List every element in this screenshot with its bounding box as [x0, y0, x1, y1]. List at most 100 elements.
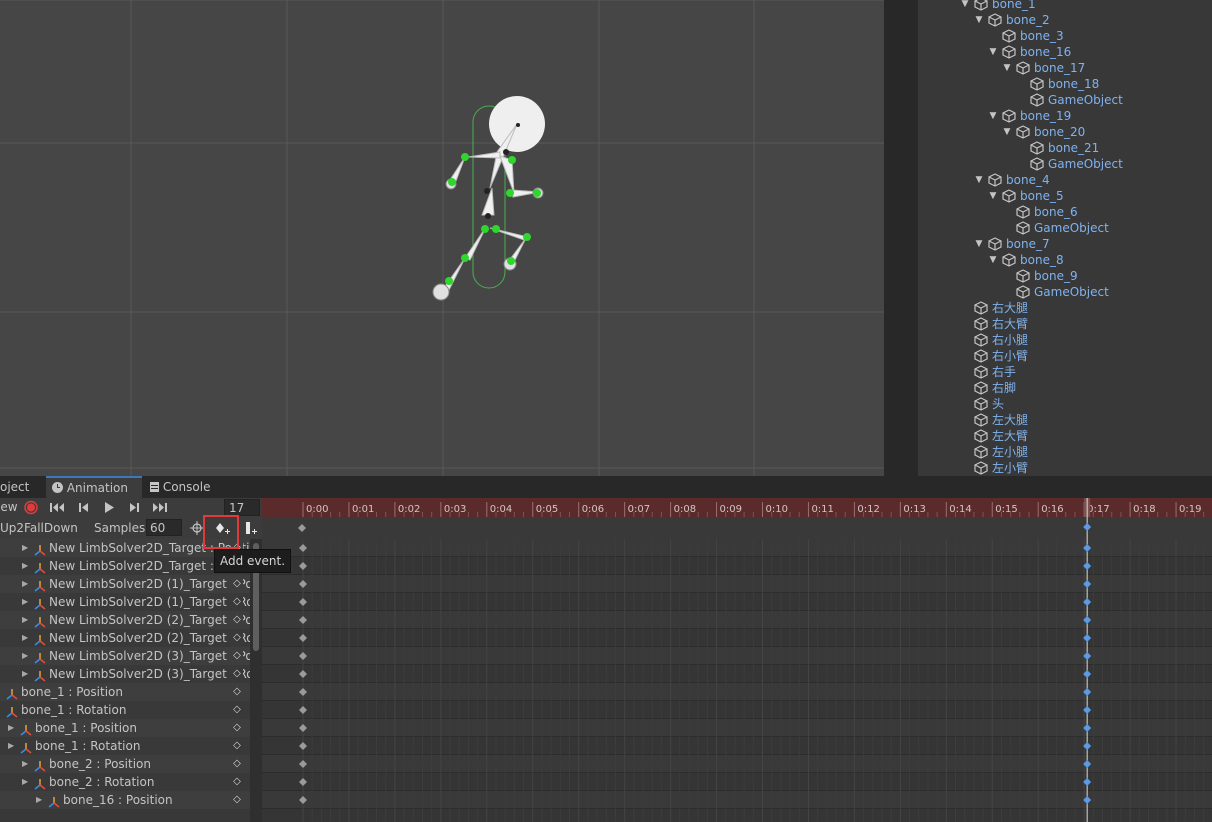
- expand-arrow-icon[interactable]: ▶: [22, 647, 28, 665]
- hierarchy-panel[interactable]: ▼ bone_1 ▼ bone_2 bone_3 ▼ bone_16 ▼ bone_17 bone…: [918, 0, 1212, 476]
- hierarchy-item[interactable]: ▼ bone_19: [918, 108, 1212, 124]
- hierarchy-item[interactable]: ▼ bone_5: [918, 188, 1212, 204]
- hierarchy-item[interactable]: bone_18: [918, 76, 1212, 92]
- keyframe-toggle-icon[interactable]: ◇: [231, 737, 243, 755]
- skeleton-character[interactable]: [432, 96, 545, 301]
- expand-arrow-icon[interactable]: ▶: [22, 755, 28, 773]
- hierarchy-item[interactable]: ▼ bone_16: [918, 44, 1212, 60]
- play-button[interactable]: [97, 500, 121, 515]
- expand-arrow-icon[interactable]: ▶: [22, 629, 28, 647]
- hierarchy-item[interactable]: GameObject: [918, 220, 1212, 236]
- keyframe-toggle-icon[interactable]: ◇: [231, 683, 243, 701]
- property-row[interactable]: ▶ bone_1 : Position ◇: [0, 719, 250, 737]
- property-row[interactable]: bone_1 : Position ◇: [0, 683, 250, 701]
- last-keyframe-button[interactable]: [149, 500, 173, 515]
- hierarchy-item[interactable]: ▼ bone_2: [918, 12, 1212, 28]
- property-row[interactable]: ▶ New LimbSolver2D (1)_Target : Position◇: [0, 575, 250, 593]
- add-event-button[interactable]: [240, 519, 260, 537]
- property-row[interactable]: ▶ bone_16 : Position ◇: [0, 791, 250, 809]
- keyframe-toggle-icon[interactable]: ◇: [231, 791, 243, 809]
- property-row[interactable]: ▶New LimbSolver2D_Target : Rotation◇: [0, 557, 250, 575]
- hierarchy-item[interactable]: 左小臂: [918, 460, 1212, 476]
- previous-keyframe-button[interactable]: [71, 500, 95, 515]
- hierarchy-item[interactable]: ▼ bone_20: [918, 124, 1212, 140]
- expand-arrow-icon[interactable]: ▶: [8, 719, 14, 737]
- keyframe-toggle-icon[interactable]: ◇: [231, 611, 243, 629]
- hierarchy-item[interactable]: GameObject: [918, 92, 1212, 108]
- expand-arrow-icon[interactable]: ▼: [960, 0, 970, 12]
- tab-project[interactable]: oject: [0, 476, 44, 498]
- keyframe-toggle-icon[interactable]: ◇: [231, 593, 243, 611]
- hierarchy-item[interactable]: GameObject: [918, 156, 1212, 172]
- expand-arrow-icon[interactable]: ▼: [988, 188, 998, 204]
- keyframe-toggle-icon[interactable]: ◇: [231, 773, 243, 791]
- scene-view[interactable]: [0, 0, 884, 476]
- property-scrollbar[interactable]: [250, 539, 262, 822]
- hierarchy-item[interactable]: 左小腿: [918, 444, 1212, 460]
- hierarchy-item[interactable]: 头: [918, 396, 1212, 412]
- keyframe-toggle-icon[interactable]: ◇: [231, 719, 243, 737]
- hierarchy-item[interactable]: ▼ bone_1: [918, 0, 1212, 12]
- hierarchy-item[interactable]: ▼ bone_7: [918, 236, 1212, 252]
- dopesheet[interactable]: [262, 539, 1212, 822]
- expand-arrow-icon[interactable]: ▶: [22, 539, 28, 557]
- keyframe-toggle-icon[interactable]: ◇: [231, 647, 243, 665]
- property-row[interactable]: ▶ New LimbSolver2D (2)_Target : Rotation◇: [0, 629, 250, 647]
- hierarchy-item[interactable]: ▼ bone_8: [918, 252, 1212, 268]
- hierarchy-item[interactable]: 左大臂: [918, 428, 1212, 444]
- hierarchy-item[interactable]: bone_9: [918, 268, 1212, 284]
- property-row[interactable]: ▶ bone_2 : Rotation ◇: [0, 773, 250, 791]
- property-row[interactable]: ▶ New LimbSolver2D (2)_Target : Position◇: [0, 611, 250, 629]
- expand-arrow-icon[interactable]: ▼: [974, 172, 984, 188]
- expand-arrow-icon[interactable]: ▼: [988, 108, 998, 124]
- hierarchy-item[interactable]: 右小臂: [918, 348, 1212, 364]
- keyframe-toggle-icon[interactable]: ◇: [231, 755, 243, 773]
- expand-arrow-icon[interactable]: ▼: [974, 12, 984, 28]
- keyframe-toggle-icon[interactable]: ◇: [231, 701, 243, 719]
- keyframe-toggle-icon[interactable]: ◇: [231, 629, 243, 647]
- property-row[interactable]: ▶ New LimbSolver2D (3)_Target : Rotation◇: [0, 665, 250, 683]
- tab-animation[interactable]: Animation: [46, 476, 142, 498]
- expand-arrow-icon[interactable]: ▶: [36, 791, 42, 809]
- hierarchy-item[interactable]: 右脚: [918, 380, 1212, 396]
- hierarchy-item[interactable]: 右大臂: [918, 316, 1212, 332]
- hierarchy-item[interactable]: 右大腿: [918, 300, 1212, 316]
- hierarchy-item[interactable]: bone_3: [918, 28, 1212, 44]
- frame-field[interactable]: 17: [224, 499, 260, 516]
- expand-arrow-icon[interactable]: ▼: [1002, 124, 1012, 140]
- hierarchy-item[interactable]: 左大腿: [918, 412, 1212, 428]
- expand-arrow-icon[interactable]: ▼: [988, 252, 998, 268]
- expand-arrow-icon[interactable]: ▶: [22, 575, 28, 593]
- hierarchy-item[interactable]: 右小腿: [918, 332, 1212, 348]
- first-keyframe-button[interactable]: [45, 500, 69, 515]
- hierarchy-item[interactable]: bone_6: [918, 204, 1212, 220]
- keyframe-toggle-icon[interactable]: ◇: [231, 575, 243, 593]
- hierarchy-item[interactable]: ▼ bone_17: [918, 60, 1212, 76]
- samples-field[interactable]: 60: [146, 519, 182, 536]
- hierarchy-item[interactable]: 右手: [918, 364, 1212, 380]
- expand-arrow-icon[interactable]: ▼: [974, 236, 984, 252]
- expand-arrow-icon[interactable]: ▶: [22, 773, 28, 791]
- property-row[interactable]: ▶ New LimbSolver2D (1)_Target : Rotation◇: [0, 593, 250, 611]
- expand-arrow-icon[interactable]: ▼: [988, 44, 998, 60]
- keyframe-toggle-icon[interactable]: ◇: [231, 665, 243, 683]
- next-keyframe-button[interactable]: [123, 500, 147, 515]
- hierarchy-item[interactable]: GameObject: [918, 284, 1212, 300]
- panel-splitter[interactable]: [884, 0, 918, 476]
- hierarchy-item[interactable]: ▼ bone_4: [918, 172, 1212, 188]
- expand-arrow-icon[interactable]: ▶: [22, 665, 28, 683]
- preview-button[interactable]: ew: [0, 498, 18, 517]
- expand-arrow-icon[interactable]: ▶: [22, 557, 28, 575]
- expand-arrow-icon[interactable]: ▼: [1002, 60, 1012, 76]
- property-row[interactable]: bone_1 : Rotation ◇: [0, 701, 250, 719]
- clip-dropdown[interactable]: Up2FallDown ▼: [0, 519, 90, 552]
- expand-arrow-icon[interactable]: ▶: [22, 593, 28, 611]
- expand-arrow-icon[interactable]: ▶: [22, 611, 28, 629]
- expand-arrow-icon[interactable]: ▶: [8, 737, 14, 755]
- hierarchy-item[interactable]: bone_21: [918, 140, 1212, 156]
- property-row[interactable]: ▶ New LimbSolver2D (3)_Target : Position◇: [0, 647, 250, 665]
- property-row[interactable]: ▶ bone_1 : Rotation ◇: [0, 737, 250, 755]
- property-row[interactable]: ▶ bone_2 : Position ◇: [0, 755, 250, 773]
- record-button[interactable]: [21, 500, 41, 515]
- timeline-ruler[interactable]: 0:00 0:01 0:02 0:03 0:04 0:05 0:06 0:07 0:08 0:09…: [262, 498, 1212, 517]
